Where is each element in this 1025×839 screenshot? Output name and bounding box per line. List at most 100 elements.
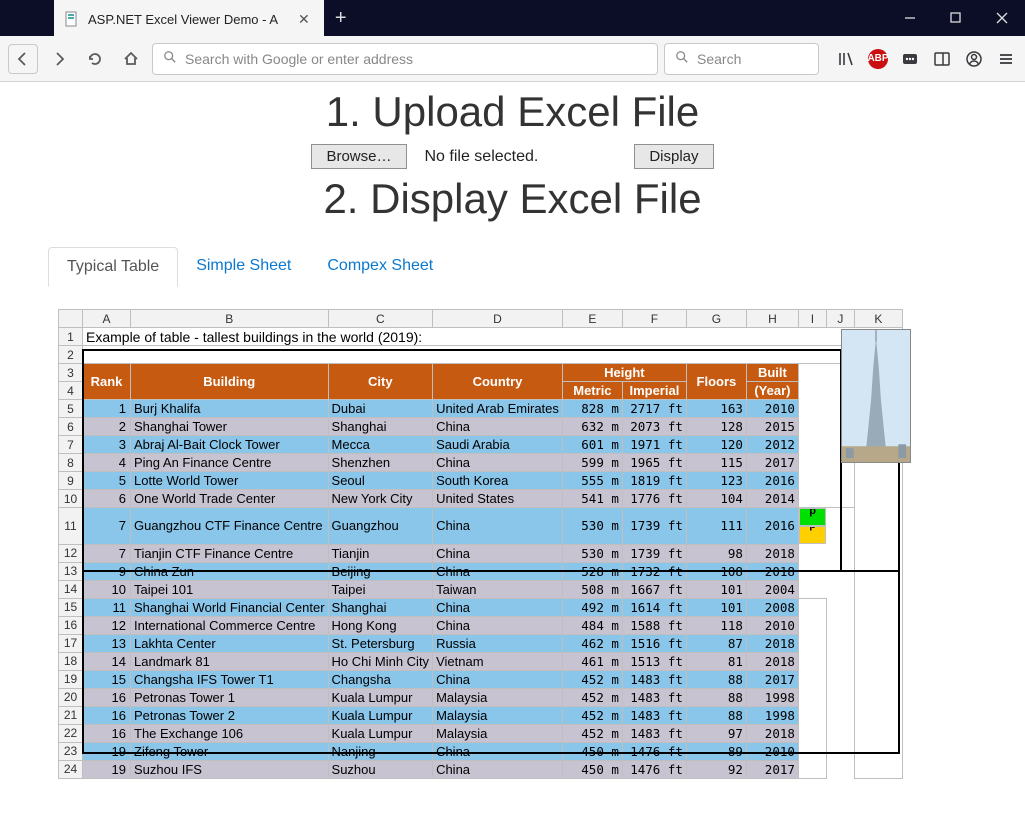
search-bar[interactable]: Search bbox=[664, 43, 819, 75]
cell-year[interactable]: 2010 bbox=[746, 742, 798, 760]
cell-year[interactable]: 2018 bbox=[746, 724, 798, 742]
cell-city[interactable]: Changsha bbox=[328, 670, 433, 688]
cell-city[interactable]: Beijing bbox=[328, 562, 433, 580]
cell-city[interactable]: Kuala Lumpur bbox=[328, 706, 433, 724]
row-header[interactable]: 4 bbox=[59, 382, 83, 400]
row-header[interactable]: 7 bbox=[59, 436, 83, 454]
col-header[interactable]: K bbox=[854, 310, 902, 328]
cell-metric[interactable]: 452 m bbox=[562, 706, 622, 724]
row-header[interactable]: 9 bbox=[59, 472, 83, 490]
table-row[interactable]: 95Lotte World TowerSeoulSouth Korea555 m… bbox=[59, 472, 903, 490]
cell-country[interactable]: China bbox=[433, 544, 563, 562]
cell-rank[interactable]: 4 bbox=[83, 454, 131, 472]
close-tab-icon[interactable]: ✕ bbox=[294, 11, 314, 28]
cell-rank[interactable]: 5 bbox=[83, 472, 131, 490]
cell-year[interactable]: 2010 bbox=[746, 616, 798, 634]
cell-year[interactable]: 2018 bbox=[746, 634, 798, 652]
row-header[interactable]: 22 bbox=[59, 724, 83, 742]
col-header[interactable]: E bbox=[562, 310, 622, 328]
corner-cell[interactable] bbox=[59, 310, 83, 328]
cell-metric[interactable]: 530 m bbox=[562, 544, 622, 562]
cell-imperial[interactable]: 1819 ft bbox=[622, 472, 686, 490]
table-row[interactable]: 2319Zifeng TowerNanjingChina450 m1476 ft… bbox=[59, 742, 903, 760]
cell-building[interactable]: Zifeng Tower bbox=[131, 742, 329, 760]
row-header[interactable]: 19 bbox=[59, 670, 83, 688]
row-header[interactable]: 3 bbox=[59, 364, 83, 382]
row-header[interactable]: 15 bbox=[59, 598, 83, 616]
cell-city[interactable]: Mecca bbox=[328, 436, 433, 454]
cell-rank[interactable]: 14 bbox=[83, 652, 131, 670]
cell-city[interactable]: Shanghai bbox=[328, 418, 433, 436]
cell-floors[interactable]: 123 bbox=[686, 472, 746, 490]
cell-floors[interactable]: 120 bbox=[686, 436, 746, 454]
hdr-year[interactable]: (Year) bbox=[746, 382, 798, 400]
cell-year[interactable]: 2010 bbox=[746, 400, 798, 418]
cell-city[interactable]: Shenzhen bbox=[328, 454, 433, 472]
cell-floors[interactable]: 88 bbox=[686, 688, 746, 706]
cell-country[interactable]: Malaysia bbox=[433, 706, 563, 724]
table-row[interactable]: 1410Taipei 101TaipeiTaiwan508 m1667 ft10… bbox=[59, 580, 903, 598]
table-row[interactable]: 1511Shanghai World Financial CenterShang… bbox=[59, 598, 903, 616]
cell-building[interactable]: Tianjin CTF Finance Centre bbox=[131, 544, 329, 562]
cell-country[interactable]: China bbox=[433, 742, 563, 760]
table-row[interactable]: 1612International Commerce CentreHong Ko… bbox=[59, 616, 903, 634]
cell-building[interactable]: Shanghai World Financial Center bbox=[131, 598, 329, 616]
cell-year[interactable]: 2018 bbox=[746, 652, 798, 670]
cell-metric[interactable]: 541 m bbox=[562, 490, 622, 508]
cell-country[interactable]: China bbox=[433, 508, 563, 545]
cell-country[interactable]: China bbox=[433, 670, 563, 688]
display-button[interactable]: Display bbox=[634, 144, 713, 169]
cell-metric[interactable]: 828 m bbox=[562, 400, 622, 418]
cell-rank[interactable]: 1 bbox=[83, 400, 131, 418]
cell-year[interactable]: 2012 bbox=[746, 436, 798, 454]
cell-city[interactable]: Hong Kong bbox=[328, 616, 433, 634]
cell-year[interactable]: 2014 bbox=[746, 490, 798, 508]
col-header[interactable]: D bbox=[433, 310, 563, 328]
row-header[interactable]: 11 bbox=[59, 508, 83, 545]
col-header[interactable]: H bbox=[746, 310, 798, 328]
cell-imperial[interactable]: 1513 ft bbox=[622, 652, 686, 670]
cell-building[interactable]: Suzhou IFS bbox=[131, 760, 329, 778]
table-row[interactable]: 106One World Trade CenterNew York CityUn… bbox=[59, 490, 903, 508]
cell-floors[interactable]: 92 bbox=[686, 760, 746, 778]
window-close-button[interactable] bbox=[979, 0, 1025, 36]
row-header[interactable]: 21 bbox=[59, 706, 83, 724]
row-header[interactable]: 16 bbox=[59, 616, 83, 634]
cell-country[interactable]: China bbox=[433, 562, 563, 580]
cell-floors[interactable]: 111 bbox=[686, 508, 746, 545]
cell-imperial[interactable]: 1588 ft bbox=[622, 616, 686, 634]
cell-city[interactable]: Suzhou bbox=[328, 760, 433, 778]
abp-icon[interactable]: ABP bbox=[867, 48, 889, 70]
cell-floors[interactable]: 108 bbox=[686, 562, 746, 580]
table-row[interactable]: 51Burj KhalifaDubaiUnited Arab Emirates8… bbox=[59, 400, 903, 418]
cell-year[interactable]: 2016 bbox=[746, 508, 798, 545]
cell-country[interactable]: Taiwan bbox=[433, 580, 563, 598]
cell-year[interactable]: 2015 bbox=[746, 418, 798, 436]
cell-rank[interactable]: 10 bbox=[83, 580, 131, 598]
cell-rank[interactable]: 7 bbox=[83, 544, 131, 562]
table-row[interactable]: 2116Petronas Tower 2Kuala LumpurMalaysia… bbox=[59, 706, 903, 724]
cell-metric[interactable]: 528 m bbox=[562, 562, 622, 580]
cell-floors[interactable]: 104 bbox=[686, 490, 746, 508]
cell-country[interactable]: Saudi Arabia bbox=[433, 436, 563, 454]
cell-country[interactable]: United Arab Emirates bbox=[433, 400, 563, 418]
cell-floors[interactable]: 128 bbox=[686, 418, 746, 436]
cell-rank[interactable]: 13 bbox=[83, 634, 131, 652]
cell-city[interactable]: Guangzhou bbox=[328, 508, 433, 545]
cell-building[interactable]: Guangzhou CTF Finance Centre bbox=[131, 508, 329, 545]
cell-imperial[interactable]: 1971 ft bbox=[622, 436, 686, 454]
col-header[interactable]: C bbox=[328, 310, 433, 328]
cell-building[interactable]: Lakhta Center bbox=[131, 634, 329, 652]
table-row[interactable]: 117Guangzhou CTF Finance CentreGuangzhou… bbox=[59, 508, 903, 545]
cell-city[interactable]: Kuala Lumpur bbox=[328, 724, 433, 742]
cell-building[interactable]: Lotte World Tower bbox=[131, 472, 329, 490]
cell-imperial[interactable]: 1965 ft bbox=[622, 454, 686, 472]
library-icon[interactable] bbox=[835, 48, 857, 70]
cell-building[interactable]: Changsha IFS Tower T1 bbox=[131, 670, 329, 688]
cell-country[interactable]: Vietnam bbox=[433, 652, 563, 670]
cell-metric[interactable]: 508 m bbox=[562, 580, 622, 598]
cell-building[interactable]: International Commerce Centre bbox=[131, 616, 329, 634]
hdr-metric[interactable]: Metric bbox=[562, 382, 622, 400]
address-bar[interactable]: Search with Google or enter address bbox=[152, 43, 658, 75]
cell-building[interactable]: The Exchange 106 bbox=[131, 724, 329, 742]
